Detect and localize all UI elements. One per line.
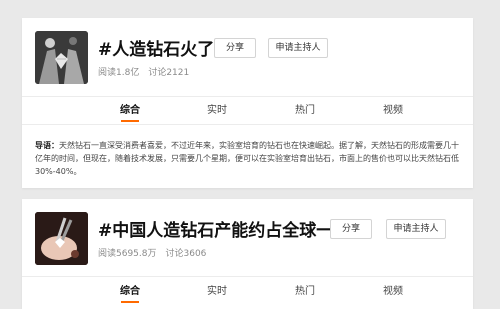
tab-hot[interactable]: 热门 — [295, 282, 315, 297]
topic-stats: 阅读1.8亿 讨论2121 — [98, 65, 198, 78]
topic-tabs: 综合 实时 热门 视频 — [22, 279, 473, 305]
tab-video[interactable]: 视频 — [383, 282, 403, 297]
topic-stats: 阅读5695.8万 讨论3606 — [98, 246, 215, 259]
intro-text: 天然钻石一直深受消费者喜爱，不过近年来，实验室培育的钻石也在快速崛起。据了解，天… — [35, 141, 459, 176]
hands-holding-diamond-icon — [35, 31, 88, 84]
topic-card: #人造钻石火了# 分享 申请主持人 阅读1.8亿 讨论2121 综合 实时 热门 … — [22, 18, 473, 188]
read-count: 阅读5695.8万 — [98, 249, 157, 259]
discussion-count: 讨论3606 — [165, 249, 207, 259]
share-button[interactable]: 分享 — [330, 219, 372, 239]
divider — [22, 276, 473, 277]
topic-card: #中国人造钻石产能约占全球一半# 分享 申请主持人 阅读5695.8万 讨论360… — [22, 199, 473, 309]
tab-realtime[interactable]: 实时 — [207, 282, 227, 297]
tweezers-diamond-icon — [35, 212, 88, 265]
tab-comprehensive[interactable]: 综合 — [120, 101, 140, 116]
share-button[interactable]: 分享 — [214, 38, 256, 58]
tab-realtime[interactable]: 实时 — [207, 101, 227, 116]
divider — [22, 124, 473, 125]
topic-title[interactable]: #中国人造钻石产能约占全球一半# — [98, 216, 365, 241]
read-count: 阅读1.8亿 — [98, 68, 140, 78]
tab-hot[interactable]: 热门 — [295, 101, 315, 116]
discussion-count: 讨论2121 — [148, 68, 190, 78]
topic-thumbnail[interactable] — [35, 31, 88, 84]
apply-host-button[interactable]: 申请主持人 — [268, 38, 328, 58]
topic-title[interactable]: #人造钻石火了# — [98, 35, 229, 60]
topic-intro: 导语：天然钻石一直深受消费者喜爱，不过近年来，实验室培育的钻石也在快速崛起。据了… — [35, 139, 463, 178]
apply-host-button[interactable]: 申请主持人 — [386, 219, 446, 239]
tab-video[interactable]: 视频 — [383, 101, 403, 116]
topic-thumbnail[interactable] — [35, 212, 88, 265]
tab-comprehensive[interactable]: 综合 — [120, 282, 140, 297]
topic-tabs: 综合 实时 热门 视频 — [22, 98, 473, 124]
divider — [22, 96, 473, 97]
intro-lead: 导语： — [35, 141, 59, 150]
